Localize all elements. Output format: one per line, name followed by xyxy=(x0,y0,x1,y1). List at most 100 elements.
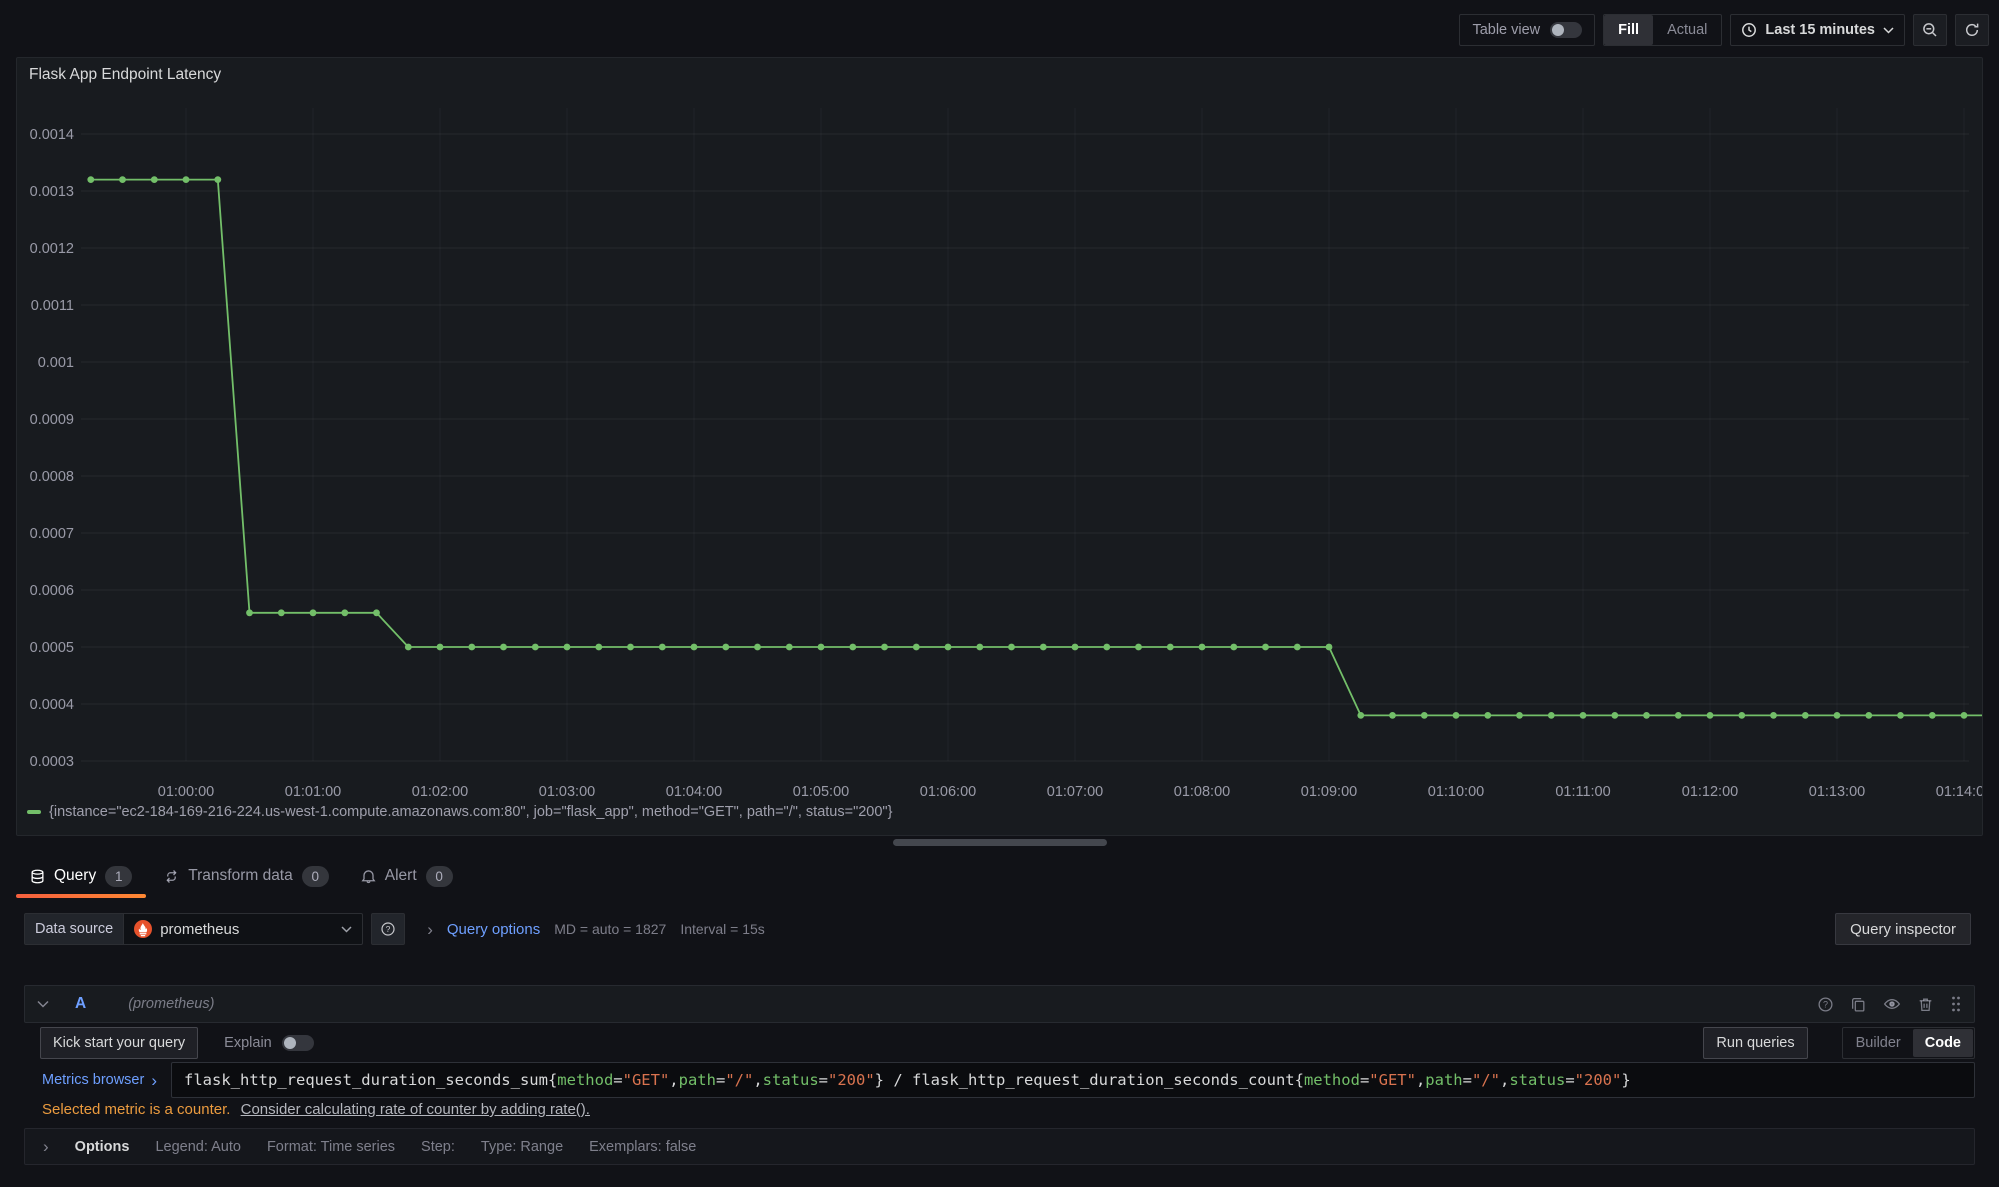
tab-count-badge: 1 xyxy=(105,866,132,887)
builder-code-group: Builder Code xyxy=(1842,1027,1975,1059)
toggle-visibility-eye-icon[interactable] xyxy=(1883,995,1901,1013)
datasource-label: Data source xyxy=(24,913,123,945)
add-rate-link[interactable]: Consider calculating rate of counter by … xyxy=(241,1101,590,1118)
transform-icon xyxy=(164,869,179,884)
metrics-browser-toggle[interactable]: Metrics browser › xyxy=(40,1062,171,1098)
option-exemplars: Exemplars: false xyxy=(589,1139,696,1155)
query-editor-row: Metrics browser › flask_http_request_dur… xyxy=(40,1062,1975,1098)
prometheus-icon xyxy=(134,920,152,938)
promql-query-input[interactable]: flask_http_request_duration_seconds_sum{… xyxy=(171,1062,1975,1098)
datasource-bar: Data source prometheus ? xyxy=(0,910,1999,950)
svg-text:?: ? xyxy=(1823,999,1828,1009)
max-data-points-info: MD = auto = 1827 xyxy=(554,921,666,937)
svg-text:0.0013: 0.0013 xyxy=(30,184,74,200)
tab-alert[interactable]: Alert 0 xyxy=(345,854,469,898)
explain-label: Explain xyxy=(224,1035,272,1051)
svg-text:0.0006: 0.0006 xyxy=(30,583,74,599)
database-icon xyxy=(30,869,45,884)
svg-text:01:10:00: 01:10:00 xyxy=(1428,784,1484,800)
query-ref-id[interactable]: A xyxy=(75,995,86,1013)
metrics-browser-label: Metrics browser xyxy=(42,1072,144,1088)
tab-label: Query xyxy=(54,867,96,885)
query-options-toggle[interactable]: Query options xyxy=(447,921,540,938)
time-range-picker[interactable]: Last 15 minutes xyxy=(1730,14,1905,46)
table-view-toggle[interactable] xyxy=(1550,22,1582,38)
datasource-selected: prometheus xyxy=(160,921,333,938)
fill-button[interactable]: Fill xyxy=(1604,15,1653,45)
svg-text:01:06:00: 01:06:00 xyxy=(920,784,976,800)
query-toolbar-row: Kick start your query Explain Run querie… xyxy=(40,1027,1975,1059)
chevron-right-icon: › xyxy=(151,1072,157,1089)
svg-text:01:13:00: 01:13:00 xyxy=(1809,784,1865,800)
svg-text:?: ? xyxy=(386,924,391,934)
chevron-down-icon xyxy=(1883,27,1894,34)
time-range-label: Last 15 minutes xyxy=(1765,22,1875,38)
clock-icon xyxy=(1741,22,1757,38)
tab-count-badge: 0 xyxy=(426,866,453,887)
tab-label: Transform data xyxy=(188,867,293,885)
query-options-collapsed-row[interactable]: › Options Legend: Auto Format: Time seri… xyxy=(24,1128,1975,1165)
option-format: Format: Time series xyxy=(267,1139,395,1155)
svg-text:01:01:00: 01:01:00 xyxy=(285,784,341,800)
pane-resize-handle[interactable] xyxy=(893,839,1107,846)
query-help-button[interactable]: ? xyxy=(1817,996,1834,1013)
svg-text:01:12:00: 01:12:00 xyxy=(1682,784,1738,800)
fill-actual-group: Fill Actual xyxy=(1603,14,1722,46)
collapse-chevron-icon[interactable] xyxy=(37,1000,49,1008)
svg-text:01:00:00: 01:00:00 xyxy=(158,784,214,800)
svg-text:0.001: 0.001 xyxy=(38,355,74,371)
option-type: Type: Range xyxy=(481,1139,563,1155)
svg-text:0.0007: 0.0007 xyxy=(30,526,74,542)
refresh-button[interactable] xyxy=(1955,14,1989,46)
panel-title: Flask App Endpoint Latency xyxy=(29,66,221,84)
query-datasource-hint: (prometheus) xyxy=(128,996,214,1012)
svg-text:0.0004: 0.0004 xyxy=(30,697,74,713)
legend-item[interactable]: {instance="ec2-184-169-216-224.us-west-1… xyxy=(27,804,892,820)
edit-pane-tabs: Query 1 Transform data 0 Alert 0 xyxy=(0,854,1999,898)
tab-label: Alert xyxy=(385,867,417,885)
builder-button[interactable]: Builder xyxy=(1844,1029,1913,1057)
kick-start-query-button[interactable]: Kick start your query xyxy=(40,1027,198,1059)
chevron-right-icon: › xyxy=(427,921,433,938)
svg-text:0.0011: 0.0011 xyxy=(31,298,74,314)
svg-text:01:08:00: 01:08:00 xyxy=(1174,784,1230,800)
bell-icon xyxy=(361,869,376,884)
tab-query[interactable]: Query 1 xyxy=(14,854,148,898)
svg-text:01:11:00: 01:11:00 xyxy=(1555,784,1610,800)
legend-label: {instance="ec2-184-169-216-224.us-west-1… xyxy=(49,804,892,820)
zoom-out-button[interactable] xyxy=(1913,14,1947,46)
zoom-out-icon xyxy=(1922,22,1938,38)
option-legend: Legend: Auto xyxy=(155,1139,240,1155)
chevron-down-icon xyxy=(341,926,352,933)
top-toolbar: Table view Fill Actual Last 15 minutes xyxy=(0,0,1999,48)
svg-text:0.0008: 0.0008 xyxy=(30,469,74,485)
tab-transform-data[interactable]: Transform data 0 xyxy=(148,854,345,898)
duplicate-query-button[interactable] xyxy=(1850,996,1867,1013)
drag-handle-grip-icon[interactable] xyxy=(1950,995,1962,1013)
svg-text:0.0009: 0.0009 xyxy=(30,412,74,428)
latency-panel: Flask App Endpoint Latency 01:00:00 01:01… xyxy=(16,57,1983,836)
latency-chart[interactable]: 01:00:0001:01:0001:02:0001:03:0001:04:00… xyxy=(17,58,1982,835)
table-view-control: Table view xyxy=(1459,14,1595,46)
svg-text:01:14:00: 01:14:00 xyxy=(1936,784,1982,800)
svg-text:0.0005: 0.0005 xyxy=(30,640,74,656)
code-button[interactable]: Code xyxy=(1913,1029,1973,1057)
svg-text:01:03:00: 01:03:00 xyxy=(539,784,595,800)
datasource-picker[interactable]: prometheus xyxy=(123,913,363,945)
options-label: Options xyxy=(75,1139,130,1155)
refresh-icon xyxy=(1964,22,1980,38)
query-row-header: A (prometheus) ? xyxy=(24,985,1975,1023)
legend-color-swatch xyxy=(27,810,41,814)
svg-text:01:04:00: 01:04:00 xyxy=(666,784,722,800)
delete-query-trash-icon[interactable] xyxy=(1917,996,1934,1013)
actual-button[interactable]: Actual xyxy=(1653,15,1721,45)
grafana-panel-edit-view: Table view Fill Actual Last 15 minutes xyxy=(0,0,1999,1187)
option-step: Step: xyxy=(421,1139,455,1155)
run-queries-button[interactable]: Run queries xyxy=(1703,1027,1807,1059)
query-inspector-button[interactable]: Query inspector xyxy=(1835,913,1971,945)
svg-text:0.0014: 0.0014 xyxy=(30,127,74,143)
interval-info: Interval = 15s xyxy=(680,921,764,937)
datasource-help-button[interactable]: ? xyxy=(371,913,405,945)
explain-toggle[interactable] xyxy=(282,1035,314,1051)
svg-text:0.0012: 0.0012 xyxy=(30,241,74,257)
